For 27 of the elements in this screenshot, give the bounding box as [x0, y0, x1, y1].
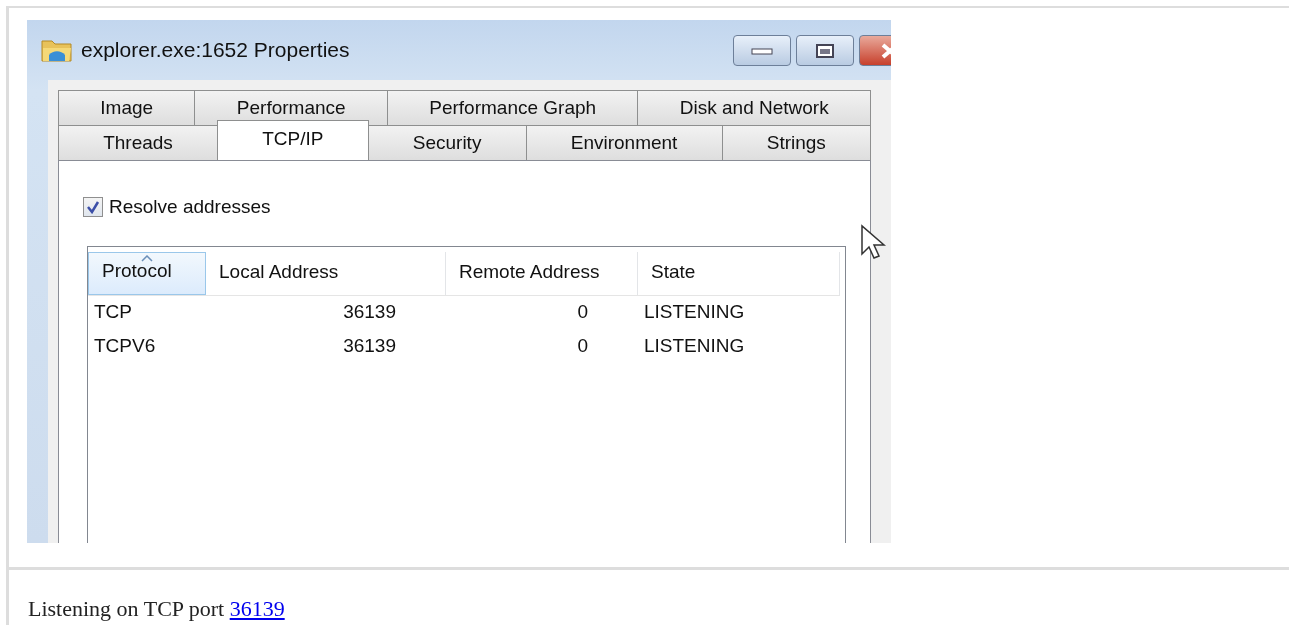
- tab[interactable]: Image: [58, 90, 196, 125]
- checkbox-label: Resolve addresses: [109, 195, 271, 219]
- maximize-icon: [816, 43, 834, 58]
- maximize-button[interactable]: [796, 35, 854, 66]
- table-cell-text: 36139: [342, 300, 397, 325]
- checkbox[interactable]: [83, 197, 103, 218]
- table-cell-text: TCPV6: [93, 334, 157, 359]
- tab[interactable]: TCP/IP: [217, 120, 369, 160]
- column-header[interactable]: Protocol: [88, 251, 206, 295]
- tab[interactable]: Strings: [721, 125, 872, 160]
- caption: Listening on TCP port 36139: [28, 595, 286, 623]
- tab[interactable]: Disk and Network: [637, 90, 872, 125]
- table-cell-text: 0: [576, 334, 589, 359]
- minimize-icon: [751, 45, 773, 56]
- table-cell-text: 0: [576, 300, 589, 325]
- window-title: explorer.exe:1652 Properties: [81, 37, 350, 64]
- table-cell-text: TCP: [93, 300, 133, 325]
- table-cell-text: 36139: [342, 334, 397, 359]
- tab[interactable]: Security: [367, 125, 527, 160]
- table-cell-text: LISTENING: [643, 300, 746, 325]
- folder-icon: [41, 37, 73, 63]
- minimize-button[interactable]: [733, 35, 791, 66]
- table-cell-text: LISTENING: [643, 334, 746, 359]
- tab[interactable]: Threads: [58, 125, 219, 160]
- tab[interactable]: Performance Graph: [386, 90, 639, 125]
- port-link[interactable]: 36139: [229, 596, 285, 621]
- tab[interactable]: Environment: [525, 125, 723, 160]
